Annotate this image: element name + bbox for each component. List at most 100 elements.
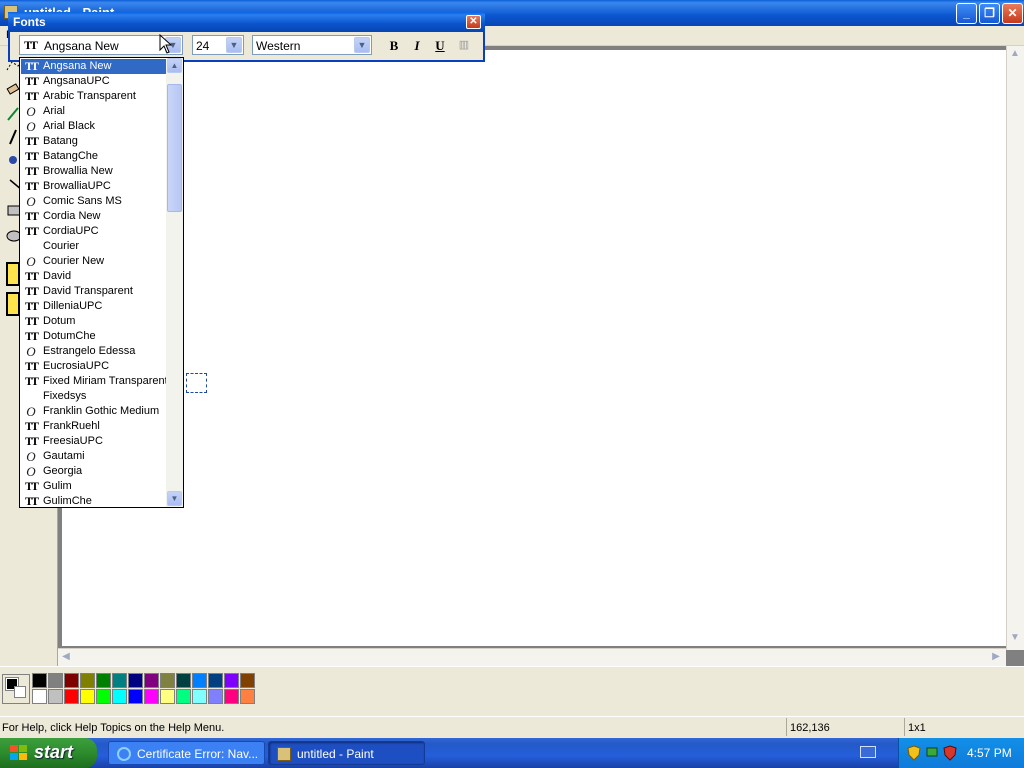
font-list-item[interactable]: TT DilleniaUPC (21, 299, 167, 314)
font-list-item[interactable]: TT Gulim (21, 479, 167, 494)
font-list-item[interactable]: TT EucrosiaUPC (21, 359, 167, 374)
truetype-icon: TT (24, 299, 39, 313)
palette-color-swatch[interactable] (208, 673, 223, 688)
palette-color-swatch[interactable] (32, 689, 47, 704)
scroll-down-arrow-icon[interactable]: ▼ (1007, 630, 1023, 646)
vertical-scrollbar[interactable]: ▲ ▼ (1006, 46, 1024, 650)
palette-color-swatch[interactable] (80, 673, 95, 688)
font-list-item-label: BrowalliaUPC (43, 180, 111, 192)
font-list-item[interactable]: TT David Transparent (21, 284, 167, 299)
font-list-item[interactable]: TT Angsana New (21, 59, 167, 74)
font-list-item[interactable]: TT FrankRuehl (21, 419, 167, 434)
font-list-item[interactable]: TT DotumChe (21, 329, 167, 344)
palette-color-swatch[interactable] (128, 673, 143, 688)
vertical-text-button[interactable]: ▥ (455, 37, 473, 54)
palette-color-swatch[interactable] (144, 689, 159, 704)
palette-color-swatch[interactable] (96, 689, 111, 704)
palette-color-swatch[interactable] (112, 673, 127, 688)
italic-button[interactable]: I (408, 37, 426, 54)
horizontal-scrollbar[interactable]: ◀ ▶ (58, 648, 1006, 666)
palette-color-swatch[interactable] (64, 673, 79, 688)
font-list-item[interactable]: O Estrangelo Edessa (21, 344, 167, 359)
palette-color-swatch[interactable] (48, 673, 63, 688)
scroll-right-arrow-icon[interactable]: ▶ (988, 649, 1004, 665)
clock[interactable]: 4:57 PM (967, 746, 1012, 760)
font-list-item[interactable]: O Gautami (21, 449, 167, 464)
font-list-item[interactable]: TT GulimChe (21, 494, 167, 508)
start-button[interactable]: start (0, 738, 97, 768)
font-dropdown-list[interactable]: TT Angsana New TT AngsanaUPC TT Arabic Transp… (19, 57, 184, 508)
drawing-canvas[interactable] (62, 50, 1008, 646)
palette-color-swatch[interactable] (112, 689, 127, 704)
scroll-up-arrow-icon[interactable]: ▲ (1007, 46, 1023, 62)
taskbar-item-paint[interactable]: untitled - Paint (268, 741, 425, 765)
scroll-down-arrow-icon[interactable]: ▼ (167, 491, 182, 506)
underline-button[interactable]: U (431, 37, 449, 54)
palette-color-swatch[interactable] (144, 673, 159, 688)
palette-color-swatch[interactable] (176, 689, 191, 704)
font-list-scroll-thumb[interactable] (167, 84, 182, 212)
paint-icon (277, 747, 291, 761)
font-list-item[interactable]: O Comic Sans MS (21, 194, 167, 209)
text-selection-box[interactable] (186, 373, 207, 393)
background-color[interactable] (14, 686, 26, 698)
palette-color-swatch[interactable] (128, 689, 143, 704)
font-list-item-label: Dotum (43, 315, 76, 327)
keyboard-language-icon[interactable] (860, 746, 876, 758)
font-list-item[interactable]: Courier (21, 239, 167, 254)
scroll-up-arrow-icon[interactable]: ▲ (167, 58, 182, 73)
font-list-item[interactable]: O Courier New (21, 254, 167, 269)
palette-color-swatch[interactable] (48, 689, 63, 704)
fonts-close-button[interactable]: ✕ (466, 15, 481, 29)
palette-color-swatch[interactable] (176, 673, 191, 688)
font-list-item[interactable]: O Arial Black (21, 119, 167, 134)
minimize-button[interactable]: _ (956, 3, 977, 24)
font-list-item[interactable]: TT BrowalliaUPC (21, 179, 167, 194)
font-list-item[interactable]: TT CordiaUPC (21, 224, 167, 239)
font-list-item[interactable]: TT Dotum (21, 314, 167, 329)
font-list-item[interactable]: TT Browallia New (21, 164, 167, 179)
font-list-item[interactable]: TT AngsanaUPC (21, 74, 167, 89)
scroll-left-arrow-icon[interactable]: ◀ (58, 649, 74, 665)
palette-color-swatch[interactable] (208, 689, 223, 704)
maximize-button[interactable]: ❐ (979, 3, 1000, 24)
font-list-item[interactable]: TT Batang (21, 134, 167, 149)
opaque-option[interactable] (6, 262, 20, 286)
chevron-down-icon[interactable]: ▼ (354, 37, 370, 53)
font-list-item[interactable]: TT Cordia New (21, 209, 167, 224)
truetype-icon: TT (24, 89, 39, 103)
palette-color-swatch[interactable] (240, 673, 255, 688)
palette-color-swatch[interactable] (224, 673, 239, 688)
fonts-title-bar[interactable]: Fonts (8, 12, 485, 32)
palette-color-swatch[interactable] (160, 689, 175, 704)
network-icon[interactable] (925, 745, 939, 761)
security-shield-icon[interactable] (907, 745, 921, 761)
palette-color-swatch[interactable] (64, 689, 79, 704)
palette-color-swatch[interactable] (192, 673, 207, 688)
transparent-option[interactable] (6, 292, 20, 316)
font-list-item[interactable]: TT BatangChe (21, 149, 167, 164)
taskbar-item-certificate-error[interactable]: Certificate Error: Nav... (108, 741, 265, 765)
font-list-item-label: Gulim (43, 480, 72, 492)
font-list-item[interactable]: TT David (21, 269, 167, 284)
font-list-item[interactable]: O Franklin Gothic Medium (21, 404, 167, 419)
font-list-item[interactable]: O Georgia (21, 464, 167, 479)
font-list-item[interactable]: Fixedsys (21, 389, 167, 404)
font-list-item[interactable]: O Arial (21, 104, 167, 119)
palette-color-swatch[interactable] (240, 689, 255, 704)
bold-button[interactable]: B (385, 37, 403, 54)
palette-color-swatch[interactable] (160, 673, 175, 688)
palette-color-swatch[interactable] (224, 689, 239, 704)
font-list-item[interactable]: TT Fixed Miriam Transparent (21, 374, 168, 389)
palette-color-swatch[interactable] (32, 673, 47, 688)
font-size-combo[interactable]: 24 ▼ (192, 35, 244, 55)
close-button[interactable]: ✕ (1002, 3, 1023, 24)
security-alert-icon[interactable] (943, 745, 957, 761)
font-list-item[interactable]: TT FreesiaUPC (21, 434, 167, 449)
font-script-combo[interactable]: Western ▼ (252, 35, 372, 55)
palette-color-swatch[interactable] (96, 673, 111, 688)
palette-color-swatch[interactable] (192, 689, 207, 704)
chevron-down-icon[interactable]: ▼ (226, 37, 242, 53)
palette-color-swatch[interactable] (80, 689, 95, 704)
font-list-item[interactable]: TT Arabic Transparent (21, 89, 167, 104)
